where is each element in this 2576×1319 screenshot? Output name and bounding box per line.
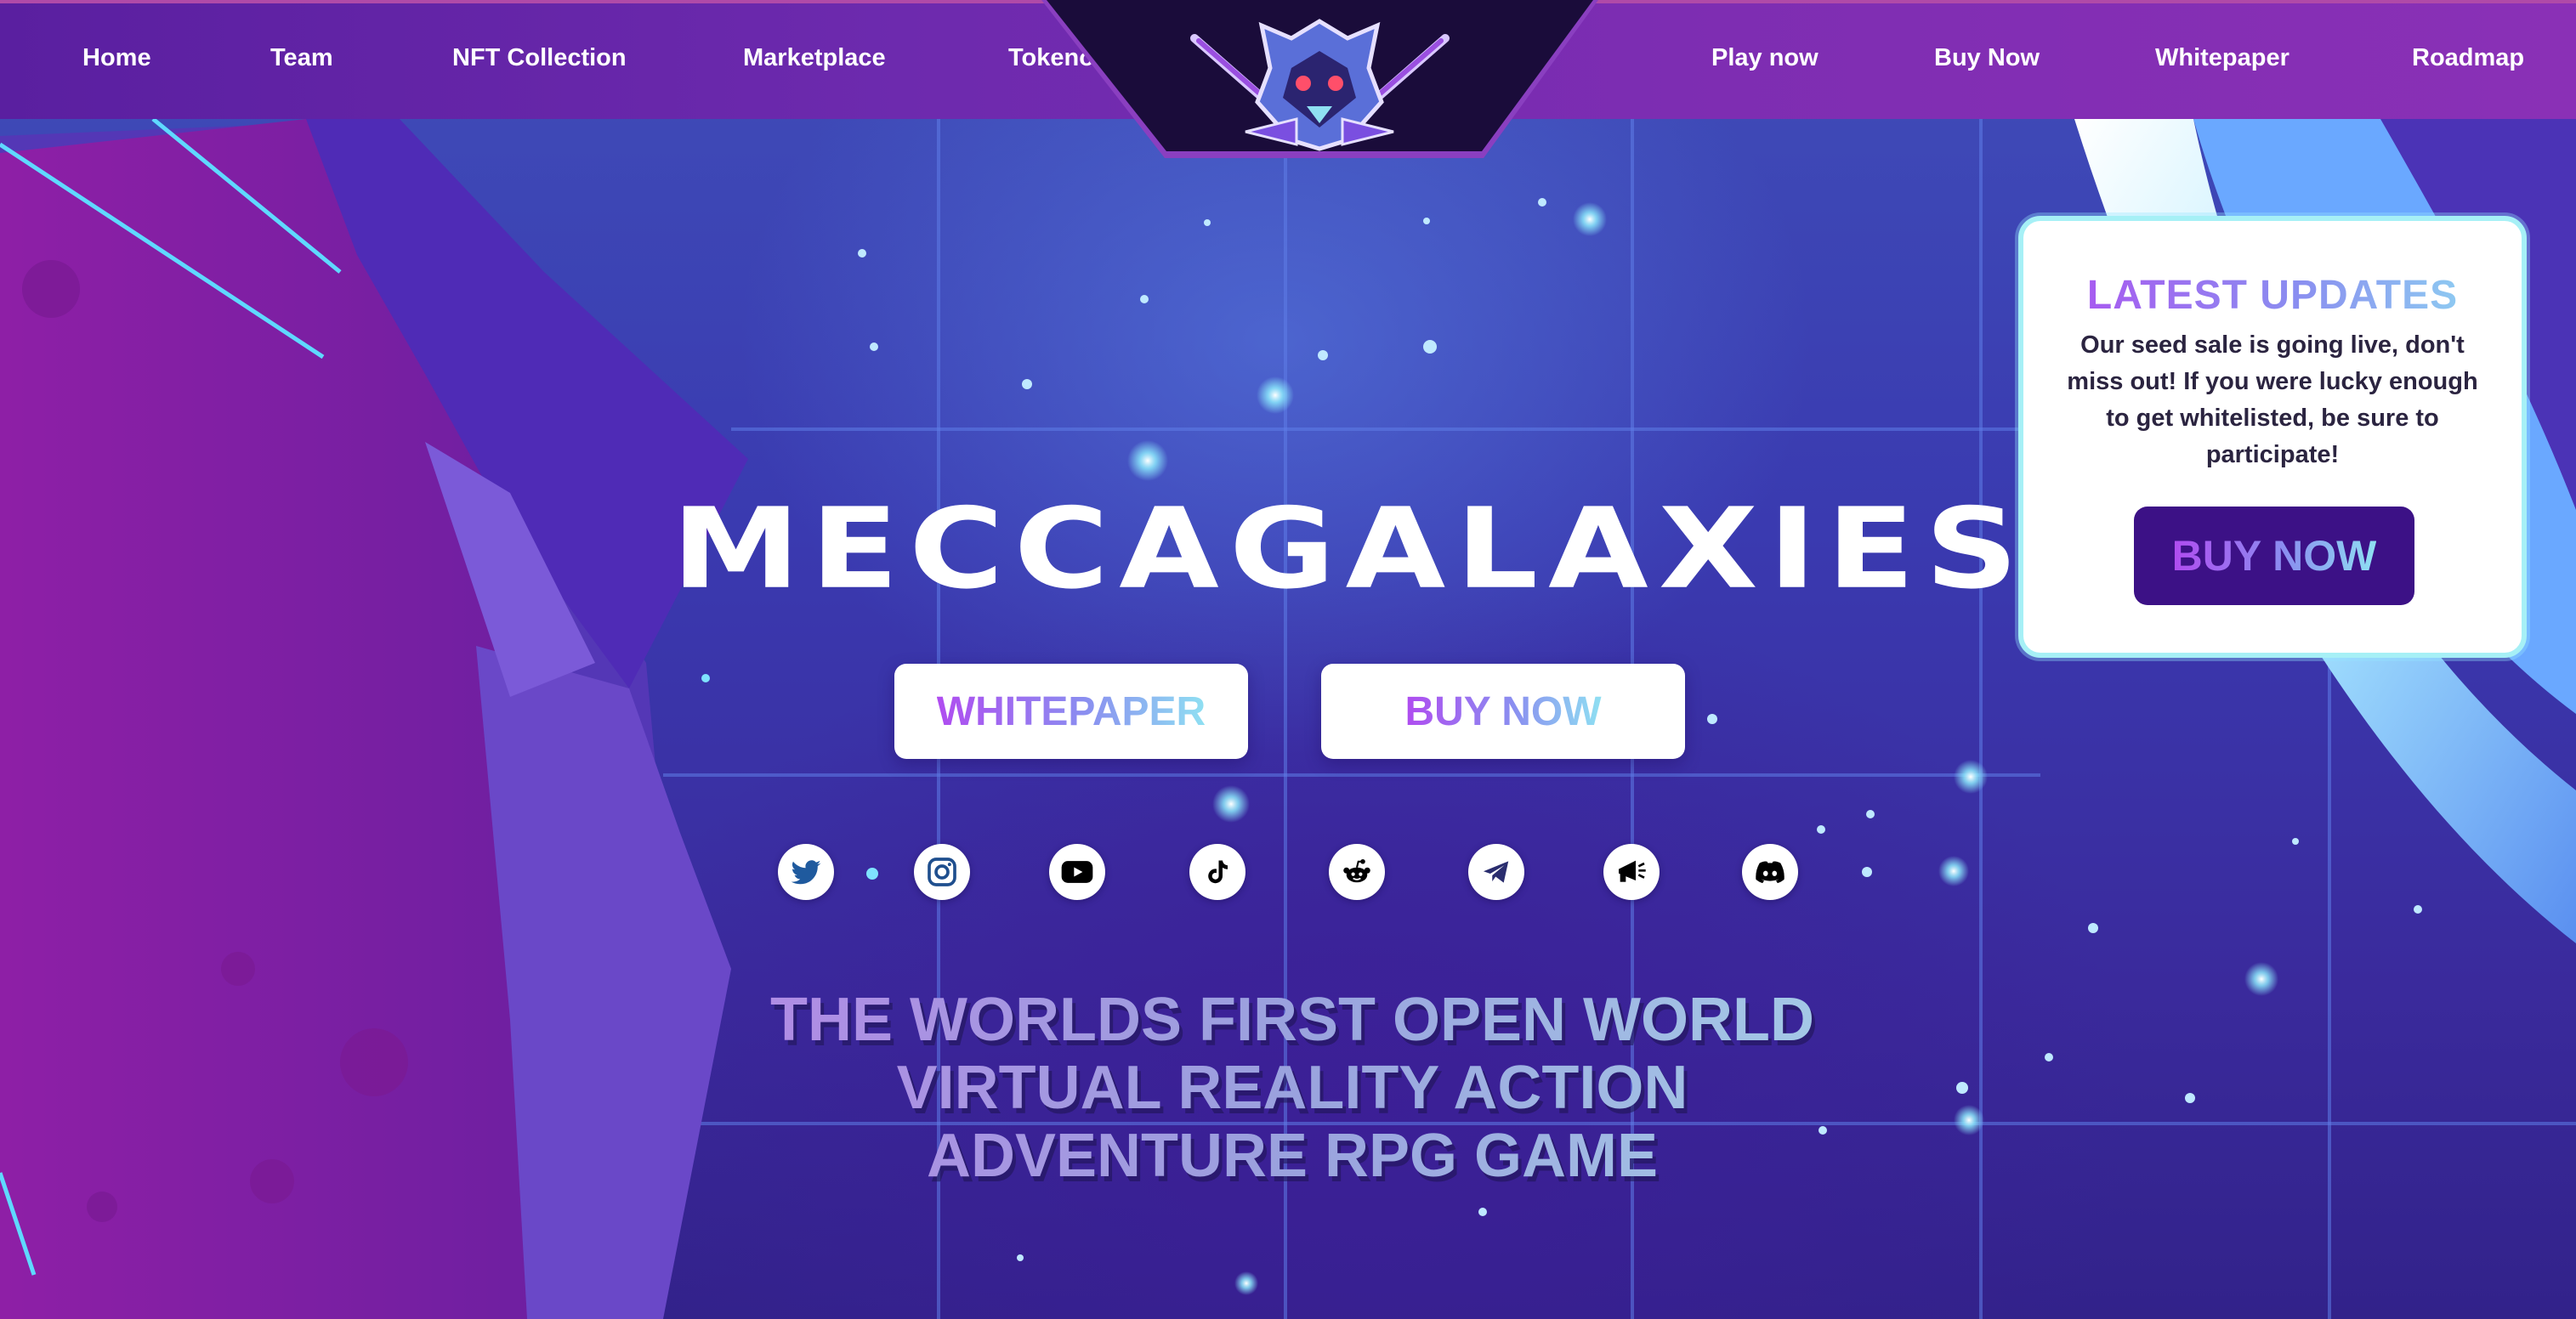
whitepaper-button-label: WHITEPAPER	[936, 688, 1206, 734]
updates-buy-now-button[interactable]: BUY NOW	[2134, 507, 2414, 605]
logo-home-link[interactable]	[1041, 0, 1598, 163]
nav-home[interactable]: Home	[82, 44, 151, 72]
nav-nft-collection[interactable]: NFT Collection	[452, 44, 627, 72]
hero-title: MECCAGALAXIES	[672, 484, 2028, 614]
latest-updates-title: LATEST UPDATES	[2023, 272, 2522, 319]
hero-tagline: THE WORLDS FIRST OPEN WORLD VIRTUAL REAL…	[663, 986, 1921, 1190]
discord-icon[interactable]	[1742, 844, 1798, 900]
youtube-icon[interactable]	[1049, 844, 1105, 900]
latest-updates-card: LATEST UPDATES Our seed sale is going li…	[2018, 216, 2527, 658]
tiktok-icon[interactable]	[1189, 844, 1245, 900]
nav-team[interactable]: Team	[270, 44, 333, 72]
twitter-icon[interactable]	[778, 844, 834, 900]
nav-marketplace[interactable]: Marketplace	[743, 44, 886, 72]
nav-whitepaper[interactable]: Whitepaper	[2155, 44, 2289, 72]
announcement-icon[interactable]	[1603, 844, 1660, 900]
buy-now-button-label: BUY NOW	[1404, 688, 1602, 734]
tagline-line: ADVENTURE RPG GAME	[926, 1122, 1659, 1190]
tagline-line: THE WORLDS FIRST OPEN WORLD	[770, 986, 1814, 1054]
telegram-icon[interactable]	[1468, 844, 1524, 900]
reddit-icon[interactable]	[1329, 844, 1385, 900]
instagram-icon[interactable]	[914, 844, 970, 900]
updates-buy-now-label: BUY NOW	[2171, 532, 2377, 580]
whitepaper-button[interactable]: WHITEPAPER	[894, 664, 1248, 759]
buy-now-button[interactable]: BUY NOW	[1321, 664, 1685, 759]
latest-updates-text: Our seed sale is going live, don't miss …	[2067, 331, 2478, 468]
tagline-line: VIRTUAL REALITY ACTION	[896, 1054, 1688, 1122]
nav-buy-now[interactable]: Buy Now	[1934, 44, 2040, 72]
nav-play-now[interactable]: Play now	[1711, 44, 1819, 72]
nav-roadmap[interactable]: Roadmap	[2412, 44, 2524, 72]
